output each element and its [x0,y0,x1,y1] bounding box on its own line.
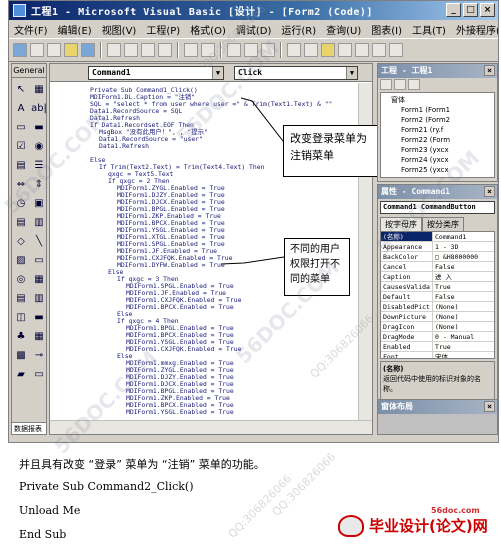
property-value[interactable]: Command1 [433,232,494,241]
property-row[interactable]: (名称) Command1 [381,232,494,242]
toggle-folders-icon[interactable] [408,79,420,90]
property-name: Caption [381,272,433,281]
property-name: DisabledPict [381,302,433,311]
property-row[interactable]: Font 宋体 [381,352,494,358]
properties-object-combo[interactable]: Command1 CommandButton [380,201,495,214]
doc-code-line: Private Sub Command2_Click() [19,480,194,493]
property-name: Default [381,292,433,301]
close-icon[interactable]: × [484,186,495,197]
property-description: (名称) 返回代码中使用的标识对象的名称。 [380,361,495,401]
view-code-icon[interactable] [380,79,392,90]
logo-url: 56doc.com [431,506,480,515]
view-object-icon[interactable] [394,79,406,90]
layout-panel-title: 窗体布局 [381,402,413,411]
property-value[interactable]: True [433,342,494,351]
property-row[interactable]: Appearance 1 - 3D [381,242,494,252]
property-name: DragIcon [381,322,433,331]
property-value[interactable]: □ &H8000000 [433,252,494,261]
property-value[interactable]: (None) [433,312,494,321]
property-value[interactable]: False [433,292,494,301]
tree-item-form[interactable]: Form23 (yxcx [383,145,492,155]
doc-code-line: End Sub [19,528,67,541]
property-row[interactable]: Default False [381,292,494,302]
vb-ide-screenshot: 工程1 - Microsoft Visual Basic [设计] - [For… [8,0,499,443]
property-name: Appearance [381,242,433,251]
property-name: DownPicture [381,312,433,321]
property-row[interactable]: DisabledPict (None) [381,302,494,312]
property-value[interactable]: 宋体 [433,352,494,358]
tree-item-form[interactable]: Form21 (ry.f [383,125,492,135]
property-name: BackColor [381,252,433,261]
form-layout-canvas[interactable] [378,414,497,434]
tree-folder-forms[interactable]: 窗体 [383,95,492,105]
property-row[interactable]: Enabled True [381,342,494,352]
property-name: (名称) [381,232,433,241]
properties-grid[interactable]: (名称) Command1 Appearance 1 - 3D BackColor □ &… [380,231,495,359]
property-row[interactable]: Caption 进 入 [381,272,494,282]
site-logo-icon [338,515,364,537]
property-row[interactable]: DragMode 0 - Manual [381,332,494,342]
callout-logout-menu: 改变登录菜单为注销菜单 [283,125,379,177]
tab-categorized[interactable]: 按分类序 [422,217,464,231]
properties-window: 属性 - Command1 × Command1 CommandButton 按字… [377,184,498,414]
property-name: DragMode [381,332,433,341]
property-name: CausesValida [381,282,433,291]
property-row[interactable]: BackColor □ &H8000000 [381,252,494,262]
property-row[interactable]: DownPicture (None) [381,312,494,322]
close-icon[interactable]: × [484,401,495,412]
property-value[interactable]: (None) [433,302,494,311]
watermark-qq: QQ:306826066 [225,472,295,541]
tree-item-form[interactable]: Form1 (Form1 [383,105,492,115]
project-explorer: 工程 - 工程1 × 窗体 Form1 (Form1 Form2 (Form2 Form… [377,63,498,182]
properties-panel-title: 属性 - Command1 [381,187,450,196]
property-value[interactable]: 1 - 3D [433,242,494,251]
property-row[interactable]: CausesValida True [381,282,494,292]
property-description-title: (名称) [383,365,404,373]
property-value[interactable]: 0 - Manual [433,332,494,341]
tree-item-form[interactable]: Form2 (Form2 [383,115,492,125]
property-name: Font [381,352,433,358]
callout-user-permissions: 不同的用户权限打开不同的菜单 [284,238,350,296]
close-icon[interactable]: × [484,65,495,76]
tree-item-form[interactable]: Form24 (yxcx [383,155,492,165]
logo-text: 毕业设计(论文)网 [369,517,488,535]
property-value[interactable]: True [433,282,494,291]
tree-item-form[interactable]: Form22 (Form [383,135,492,145]
doc-code-line: Unload Me [19,504,81,517]
doc-description: 并且具有改变 “登录” 菜单为 “注销” 菜单的功能。 [19,458,265,471]
tab-alphabetic[interactable]: 按字母序 [380,217,422,231]
property-value[interactable]: False [433,262,494,271]
property-value[interactable]: 进 入 [433,272,494,281]
property-name: Cancel [381,262,433,271]
property-description-text: 返回代码中使用的标识对象的名称。 [383,375,481,393]
project-panel-title: 工程 - 工程1 [381,66,433,75]
tree-item-form[interactable]: Form25 (yxcx [383,165,492,175]
property-name: Enabled [381,342,433,351]
form-layout-window: 窗体布局 × [377,399,498,435]
project-tree[interactable]: 窗体 Form1 (Form1 Form2 (Form2 Form21 (ry.f Fo… [380,92,495,178]
property-row[interactable]: DragIcon (None) [381,322,494,332]
property-row[interactable]: Cancel False [381,262,494,272]
watermark-qq: QQ:306826066 [269,450,339,519]
property-value[interactable]: (None) [433,322,494,331]
